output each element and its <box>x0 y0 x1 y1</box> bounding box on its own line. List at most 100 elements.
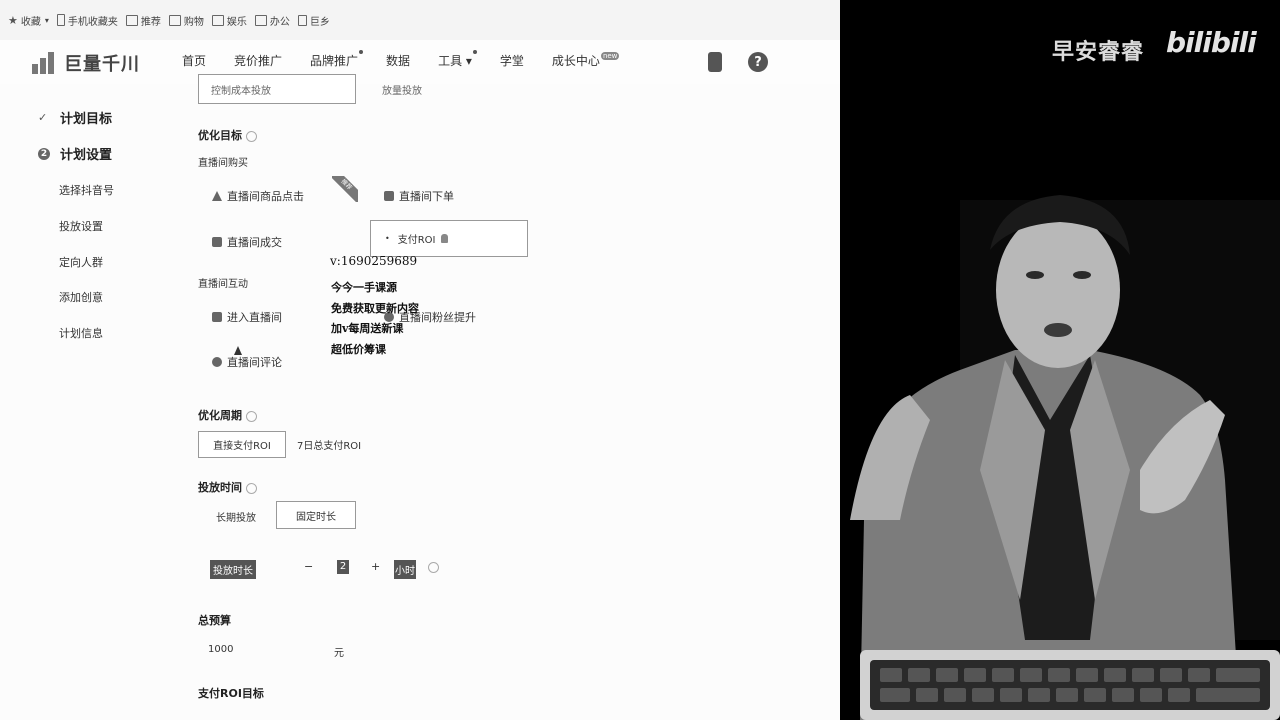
option-label: 放量投放 <box>382 86 422 97</box>
duration-input[interactable]: 2 <box>337 560 349 574</box>
plan-settings-form: 控制成本投放 放量投放 优化目标 直播间购买 直播间商品点击 推荐 直播间下单 … <box>198 74 838 720</box>
section-label: 投放时间 <box>198 481 242 494</box>
step-plan-target[interactable]: ✓ 计划目标 <box>38 108 112 127</box>
option-deal[interactable]: 直播间成交 <box>212 234 282 250</box>
overlay-line: 免费获取更新内容 <box>331 302 419 315</box>
info-icon[interactable] <box>246 410 257 422</box>
period-direct-roi-button[interactable]: 直接支付ROI <box>198 431 286 458</box>
info-icon[interactable] <box>246 482 257 494</box>
chevron-down-icon: ▾ <box>44 15 49 25</box>
deal-icon <box>212 237 222 247</box>
nav-dot-indicator <box>359 50 364 54</box>
bulb-icon <box>440 234 448 243</box>
decrement-button[interactable]: − <box>304 560 313 573</box>
option-enter-live[interactable]: 进入直播间 <box>212 309 282 325</box>
bookmark-favorites[interactable]: ★ 收藏 ▾ <box>8 13 49 28</box>
bookmark-mobile[interactable]: 手机收藏夹 <box>56 13 118 28</box>
step-label: 计划目标 <box>60 112 113 127</box>
nav-academy[interactable]: 学堂 <box>500 52 524 69</box>
step-label: 计划设置 <box>60 148 113 163</box>
volume-delivery-option[interactable]: 放量投放 <box>382 82 422 97</box>
sidebar-item-plan-info[interactable]: 计划信息 <box>59 325 103 341</box>
main-nav: 首页 竞价推广 品牌推广 数据 工具 ▾ 学堂 成长中心 new <box>182 50 647 69</box>
roi-target-title: 支付ROI目标 <box>198 687 264 700</box>
mouse-cursor-icon <box>234 346 242 355</box>
presenter-video: 早安睿睿 bilibili <box>840 0 1280 720</box>
bookmark-label: 购物 <box>183 16 204 28</box>
option-product-click[interactable]: 直播间商品点击 <box>212 188 304 204</box>
hour-unit-label: 小时 <box>394 560 416 579</box>
cart-icon <box>384 191 394 201</box>
long-term-delivery-button[interactable]: 长期投放 <box>216 509 256 524</box>
bookmark-entertainment[interactable]: 娱乐 <box>211 13 247 28</box>
delivery-time-title: 投放时间 <box>198 479 257 495</box>
sidebar-item-douyin-account[interactable]: 选择抖音号 <box>59 182 114 198</box>
optimize-target-title: 优化目标 <box>198 127 257 143</box>
check-icon: ✓ <box>38 111 48 124</box>
option-live-comment[interactable]: 直播间评论 <box>212 354 282 370</box>
overlay-contact: v:1690259689 <box>330 254 418 268</box>
nav-growth-center[interactable]: 成长中心 new <box>551 52 620 69</box>
logo-mark-icon <box>32 52 58 74</box>
bookmark-office[interactable]: 办公 <box>254 13 290 28</box>
overlay-line: 今今一手课源 <box>331 281 397 294</box>
bookmarks-bar: ★ 收藏 ▾ 手机收藏夹 推荐 购物 娱乐 办公 巨乡 <box>0 0 840 41</box>
optimize-period-title: 优化周期 <box>198 407 257 423</box>
bookmark-label: 推荐 <box>140 16 161 28</box>
step-number-icon: 2 <box>38 147 50 160</box>
bookmark-juxiang[interactable]: 巨乡 <box>297 13 330 28</box>
nav-data[interactable]: 数据 <box>386 52 410 69</box>
new-badge: new <box>600 52 620 60</box>
option-label: 直播间成交 <box>227 236 282 249</box>
nav-tools[interactable]: 工具 ▾ <box>438 50 477 69</box>
comment-icon <box>212 357 222 367</box>
cost-control-option[interactable]: 控制成本投放 <box>198 74 356 104</box>
option-label: 直播间商品点击 <box>227 190 304 203</box>
presenter-figure <box>850 195 1280 720</box>
option-place-order[interactable]: 直播间下单 <box>384 188 454 204</box>
nav-label: 成长中心 <box>551 54 600 68</box>
logo-text: 巨量千川 <box>64 54 140 75</box>
option-pay-roi[interactable]: • 支付ROI <box>370 220 528 257</box>
option-label: 控制成本投放 <box>211 85 271 97</box>
folder-icon <box>168 14 181 26</box>
star-icon: ★ <box>8 13 18 27</box>
nav-bidding-ads[interactable]: 竞价推广 <box>234 52 282 69</box>
mobile-app-icon[interactable] <box>708 52 722 72</box>
budget-title: 总预算 <box>198 614 231 627</box>
browser-app: ★ 收藏 ▾ 手机收藏夹 推荐 购物 娱乐 办公 巨乡 巨量千川 首页 竞价推广… <box>0 0 840 720</box>
cursor-arrow-icon <box>212 191 222 201</box>
info-icon[interactable] <box>428 562 439 573</box>
nav-dot-indicator <box>472 50 477 54</box>
logo[interactable]: 巨量千川 <box>32 50 140 76</box>
overlay-line: 超低价筹课 <box>331 343 386 356</box>
sidebar-item-targeting[interactable]: 定向人群 <box>59 254 103 270</box>
fixed-duration-button[interactable]: 固定时长 <box>276 501 356 529</box>
recommend-tag-text: 推荐 <box>332 176 358 202</box>
bookmark-recommend[interactable]: 推荐 <box>125 13 161 28</box>
nav-brand-ads[interactable]: 品牌推广 <box>310 50 364 69</box>
folder-icon <box>254 14 267 26</box>
budget-input[interactable]: 1000 <box>208 644 233 655</box>
enter-icon <box>212 312 222 322</box>
period-7day-roi-button[interactable]: 7日总支付ROI <box>297 437 361 452</box>
sidebar-item-creative[interactable]: 添加创意 <box>59 289 103 305</box>
live-interact-subtitle: 直播间互动 <box>198 279 248 290</box>
budget-unit: 元 <box>334 648 344 659</box>
increment-button[interactable]: + <box>371 560 380 573</box>
folder-icon <box>125 14 138 26</box>
bullet-icon: • <box>385 234 390 243</box>
sidebar-item-delivery-settings[interactable]: 投放设置 <box>59 218 103 234</box>
nav-label: 工具 ▾ <box>438 54 472 68</box>
nav-label: 品牌推广 <box>310 54 359 68</box>
page-icon <box>297 14 307 26</box>
step-plan-settings[interactable]: 2 计划设置 <box>38 144 112 163</box>
help-icon[interactable]: ? <box>748 52 768 72</box>
nav-home[interactable]: 首页 <box>182 52 206 69</box>
section-label: 优化周期 <box>198 409 242 422</box>
bookmark-label: 收藏 <box>20 16 41 28</box>
info-icon[interactable] <box>246 130 257 142</box>
live-purchase-subtitle: 直播间购买 <box>198 158 248 169</box>
bookmark-shopping[interactable]: 购物 <box>168 13 204 28</box>
option-label: 进入直播间 <box>227 311 282 324</box>
